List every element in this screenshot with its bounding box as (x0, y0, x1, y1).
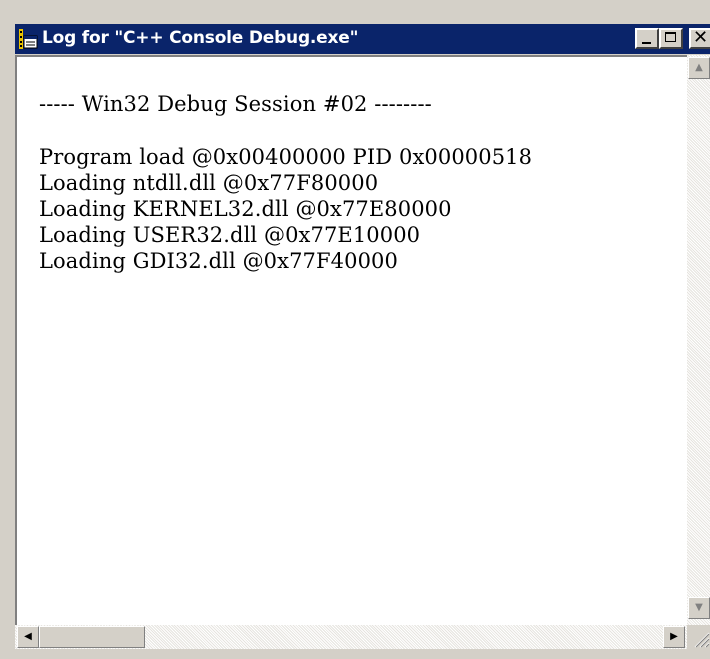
log-line: Loading GDI32.dll @0x77F40000 (39, 249, 398, 273)
vertical-scrollbar[interactable]: ▲ ▼ (687, 55, 710, 625)
scroll-down-button[interactable]: ▼ (688, 597, 710, 619)
horizontal-scroll-thumb[interactable] (39, 626, 145, 648)
window-title: Log for "C++ Console Debug.exe" (42, 28, 359, 48)
log-text-area[interactable]: ----- Win32 Debug Session #02 -------- P… (15, 55, 687, 625)
close-button[interactable]: ✕ (689, 27, 710, 49)
close-icon: ✕ (693, 27, 709, 48)
horizontal-scrollbar[interactable]: ◀ ▶ (15, 625, 687, 649)
scroll-left-icon: ◀ (24, 631, 32, 642)
client-area: ----- Win32 Debug Session #02 -------- P… (15, 55, 710, 659)
scroll-down-icon: ▼ (695, 602, 703, 613)
scroll-up-button[interactable]: ▲ (688, 57, 710, 79)
scroll-right-button[interactable]: ▶ (663, 626, 685, 648)
log-line-header: ----- Win32 Debug Session #02 -------- (39, 92, 432, 116)
log-line: Loading KERNEL32.dll @0x77E80000 (39, 197, 452, 221)
scroll-right-icon: ▶ (670, 631, 678, 642)
minimize-button[interactable] (635, 28, 659, 49)
scroll-left-button[interactable]: ◀ (17, 626, 39, 648)
log-line: Program load @0x00400000 PID 0x00000518 (39, 145, 533, 169)
notepad-log-icon (19, 29, 38, 49)
maximize-icon (665, 32, 676, 42)
maximize-button[interactable] (659, 28, 683, 49)
size-grip-icon (694, 632, 710, 648)
log-line: Loading USER32.dll @0x77E10000 (39, 223, 421, 247)
size-grip[interactable] (687, 625, 710, 649)
log-line: Loading ntdll.dll @0x77F80000 (39, 171, 379, 195)
scroll-up-icon: ▲ (695, 62, 703, 73)
log-window: Log for "C++ Console Debug.exe" ✕ ----- … (0, 0, 710, 659)
title-bar[interactable]: Log for "C++ Console Debug.exe" ✕ (15, 24, 710, 54)
minimize-icon (642, 42, 651, 44)
